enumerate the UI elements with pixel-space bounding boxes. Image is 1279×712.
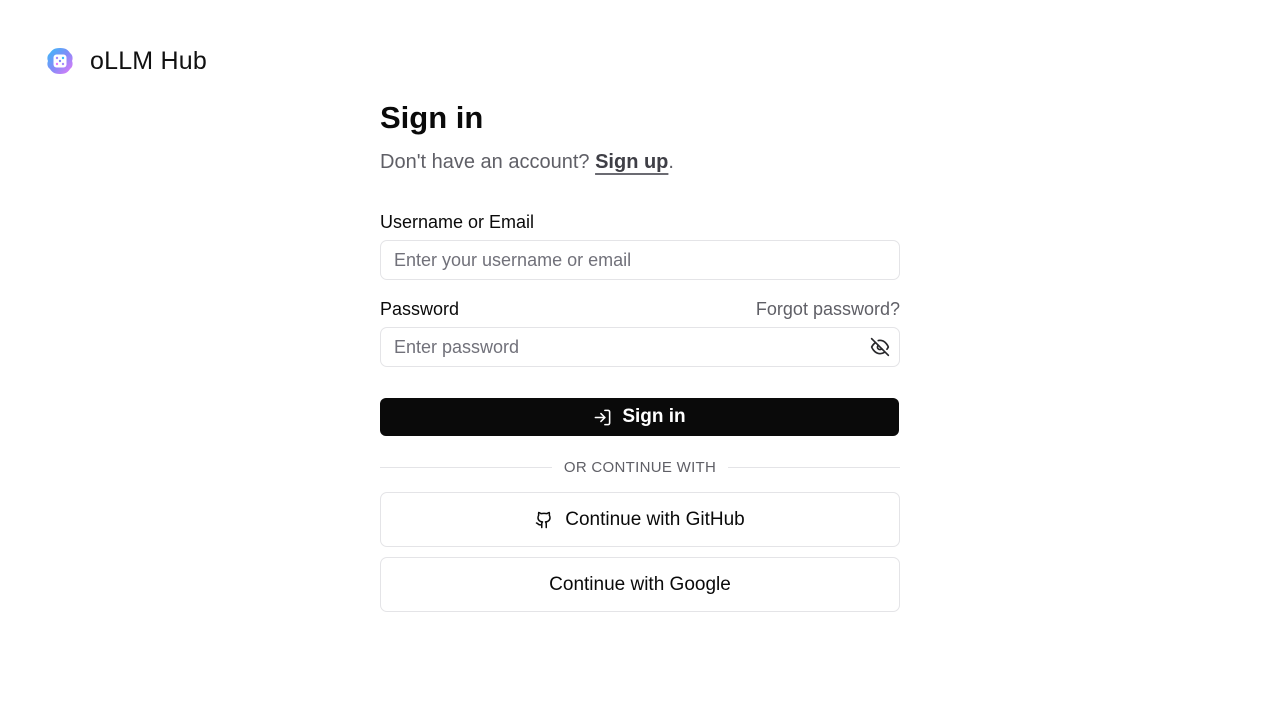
divider: OR CONTINUE WITH [380, 459, 901, 476]
signup-prompt-text: Don't have an account? [380, 151, 596, 173]
github-signin-button[interactable]: Continue with GitHub [380, 492, 900, 547]
signin-form: Sign in Don't have an account? Sign up. … [380, 98, 901, 612]
github-icon [535, 511, 551, 528]
divider-line-left [380, 467, 552, 468]
password-input[interactable] [380, 327, 900, 367]
password-field-group: Password Forgot password? [380, 299, 900, 367]
brand[interactable]: oLLM Hub [44, 45, 207, 77]
signup-prompt: Don't have an account? Sign up. [380, 149, 900, 175]
brand-name: oLLM Hub [90, 46, 207, 75]
forgot-password-link[interactable]: Forgot password? [756, 299, 900, 320]
google-signin-label: Continue with Google [549, 573, 731, 595]
signin-button[interactable]: Sign in [380, 398, 899, 436]
google-signin-button[interactable]: Continue with Google [380, 557, 900, 612]
username-field-group: Username or Email [380, 212, 900, 280]
password-label: Password [380, 299, 460, 319]
ollm-hub-logo-icon [47, 48, 73, 74]
github-signin-label: Continue with GitHub [565, 508, 745, 530]
signin-button-label: Sign in [622, 406, 686, 427]
toggle-password-visibility-button[interactable] [868, 335, 892, 359]
signup-link[interactable]: Sign up [595, 151, 668, 173]
username-input[interactable] [380, 240, 900, 280]
divider-text: OR CONTINUE WITH [563, 459, 717, 476]
divider-line-right [728, 467, 901, 468]
page-title: Sign in [380, 100, 484, 135]
username-label: Username or Email [380, 212, 535, 232]
log-in-icon [594, 409, 611, 425]
eye-off-icon [870, 337, 890, 357]
signup-prompt-suffix: . [668, 151, 674, 173]
